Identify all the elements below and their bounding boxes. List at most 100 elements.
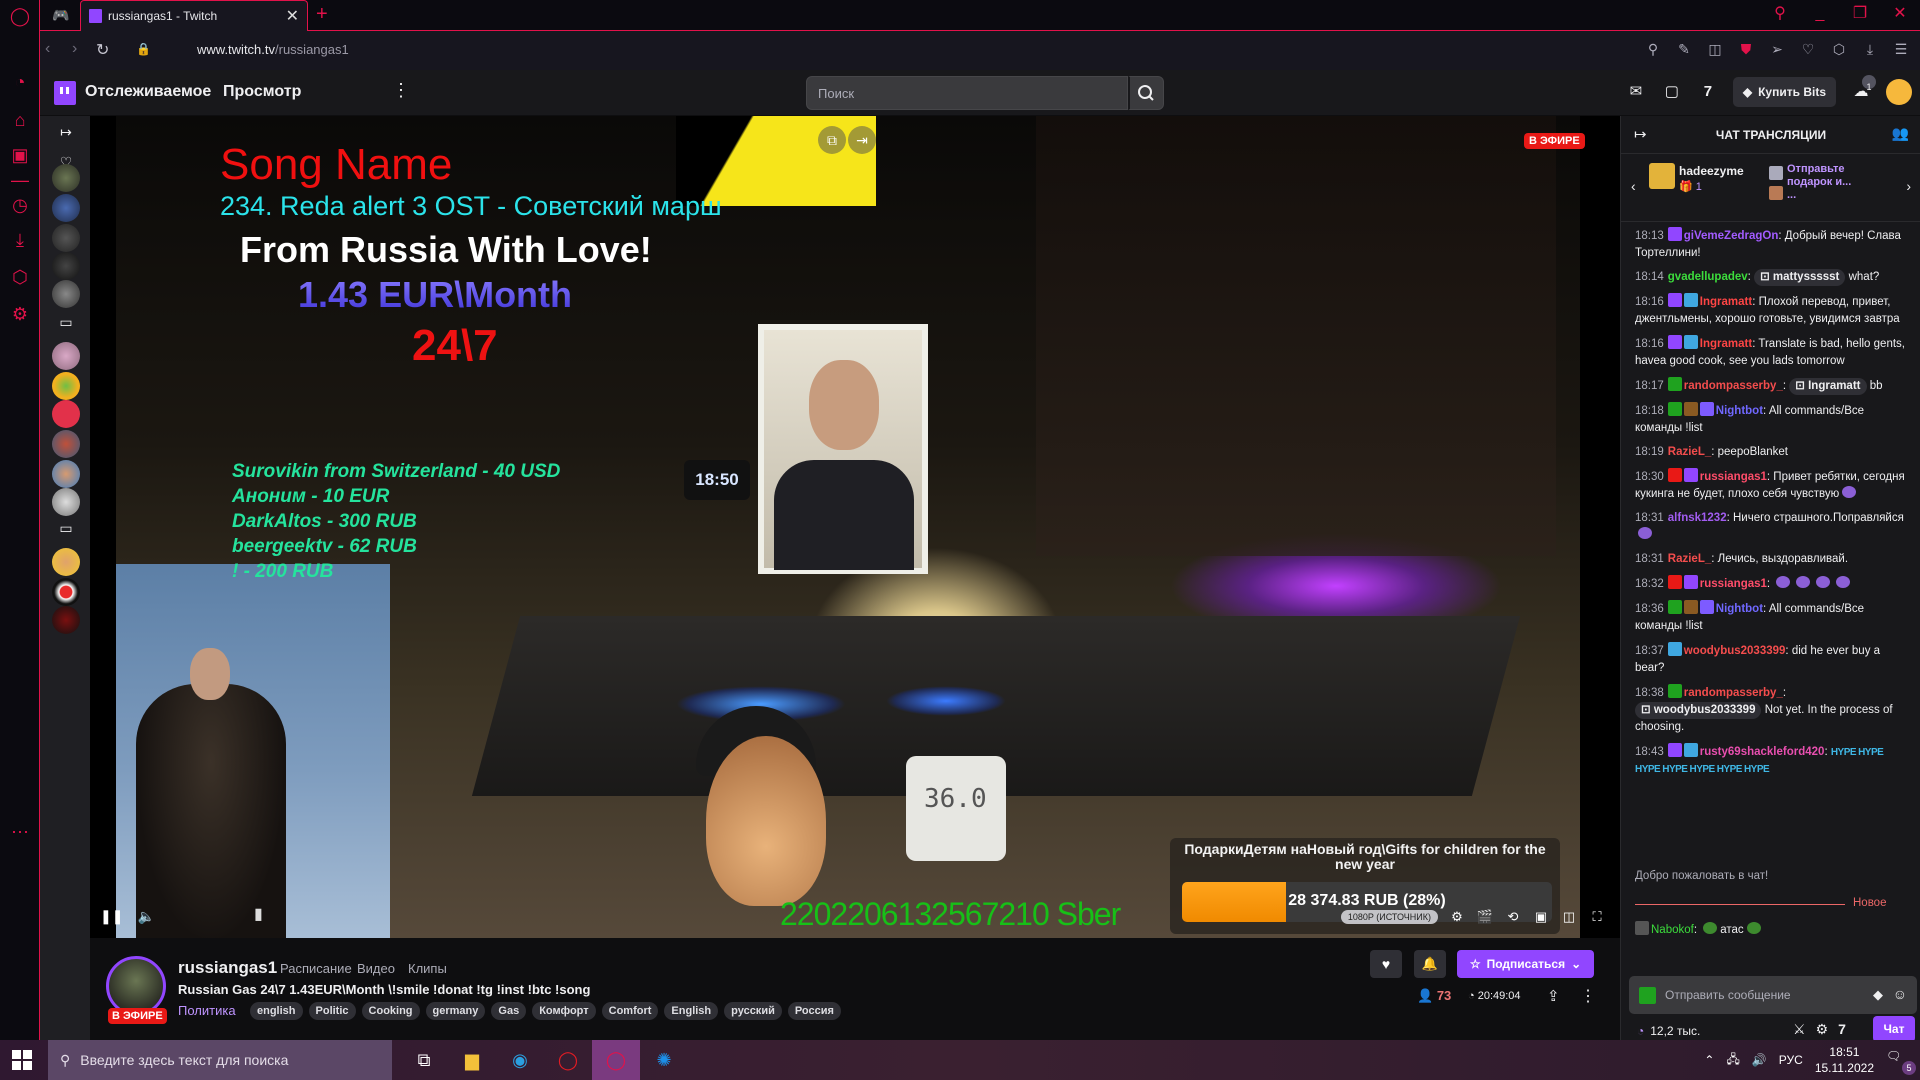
badge-icon[interactable] (1699, 600, 1714, 614)
channel-avatar[interactable] (52, 460, 80, 488)
tag[interactable]: english (250, 1002, 303, 1020)
channel-avatar[interactable] (52, 400, 80, 428)
channel-avatar[interactable] (52, 578, 80, 606)
badge-icon[interactable] (1667, 684, 1682, 698)
tag[interactable]: English (664, 1002, 719, 1020)
zoom-icon[interactable]: ⚲ (1644, 39, 1662, 59)
chat-username[interactable]: giVemeZedragOn (1684, 230, 1779, 242)
search-button[interactable] (1128, 76, 1164, 110)
rotate-icon[interactable]: ⟲ (1504, 908, 1522, 926)
chevron-right-icon[interactable]: › (1906, 178, 1911, 194)
channel-avatar[interactable] (52, 548, 80, 576)
badge-icon[interactable] (1683, 468, 1698, 482)
stream-category[interactable]: Политика (178, 1003, 236, 1018)
language-indicator[interactable]: РУС (1779, 1053, 1803, 1067)
channel-avatar[interactable] (52, 280, 80, 308)
new-tab-button[interactable]: + (316, 2, 328, 26)
tag[interactable]: Comfort (601, 1002, 659, 1020)
cube-icon[interactable]: ⬡ (1830, 39, 1848, 59)
badge-icon[interactable] (1667, 402, 1682, 416)
tag[interactable]: Cooking (361, 1002, 420, 1020)
7tv-icon[interactable]: 7 (1838, 1021, 1846, 1038)
tag[interactable]: Gas (491, 1002, 527, 1020)
notifications-bell-button[interactable]: 🔔 (1414, 950, 1446, 978)
search-input[interactable]: Поиск (806, 76, 1128, 110)
channel-avatar[interactable] (52, 224, 80, 252)
reply-mention[interactable]: ⊡ Ingramatt (1789, 378, 1867, 395)
badge-icon[interactable] (1699, 402, 1714, 416)
edge-icon[interactable]: ◉ (496, 1040, 544, 1080)
badge-icon[interactable] (1683, 293, 1698, 307)
minimize-button[interactable]: _ (1800, 0, 1840, 30)
more-icon[interactable]: ⋯ (8, 820, 32, 844)
gx-game-icon[interactable]: 🎮 (50, 4, 72, 26)
maximize-button[interactable]: ❐ (1840, 0, 1880, 30)
emote-picker-icon[interactable]: ☺ (1893, 986, 1907, 1002)
gift-prompt[interactable]: Отправьте подарок и...... (1787, 163, 1877, 202)
settings-icon[interactable]: ⚙ (1448, 908, 1466, 926)
badge-icon[interactable] (1683, 335, 1698, 349)
badge-icon[interactable] (1667, 335, 1682, 349)
nav-browse[interactable]: Просмотр (223, 83, 301, 101)
twitch-sidebar-icon[interactable]: ▣ (8, 143, 32, 167)
chat-username[interactable]: RazieL_ (1668, 446, 1711, 458)
channel-avatar[interactable] (52, 372, 80, 400)
mute-button[interactable]: 🔈 (137, 908, 154, 925)
bits-icon[interactable]: ◆ (1873, 987, 1883, 1003)
reload-button[interactable]: ↻ (96, 40, 109, 60)
twitch-logo-icon[interactable] (54, 81, 76, 105)
search-tabs-icon[interactable]: ⚲ (1760, 0, 1800, 30)
network-icon[interactable]: 🖧 (1726, 1050, 1739, 1071)
badge-icon[interactable] (1683, 600, 1698, 614)
chat-settings-icon[interactable]: ⚙ (1816, 1021, 1829, 1038)
tray-expand-icon[interactable]: ⌃ (1704, 1053, 1714, 1067)
tag[interactable]: germany (425, 1002, 486, 1020)
follow-button[interactable]: ♥ (1370, 950, 1402, 978)
channel-avatar[interactable] (106, 956, 166, 1016)
action-center-icon[interactable]: 🗨 5 (1886, 1049, 1916, 1075)
download-icon[interactable]: ⤓ (1861, 39, 1879, 59)
badge-icon[interactable] (1667, 377, 1682, 391)
chat-username[interactable]: russiangas1 (1700, 471, 1767, 483)
badge-icon[interactable] (1683, 575, 1698, 589)
chevron-left-icon[interactable]: ‹ (1631, 178, 1636, 194)
edit-icon[interactable]: ✎ (1675, 39, 1693, 59)
chat-username[interactable]: Nightbot (1716, 405, 1763, 417)
tag[interactable]: русский (724, 1002, 782, 1020)
theatre-mode-icon[interactable]: ◫ (1560, 908, 1578, 926)
heart-icon[interactable]: ♡ (1799, 39, 1817, 59)
chat-username[interactable]: gvadellupadev (1668, 271, 1748, 283)
pause-button[interactable]: ❚❚ (100, 908, 123, 925)
chat-username[interactable]: russiangas1 (1700, 578, 1767, 590)
subscribe-button[interactable]: ☆ Подписаться ⌄ (1457, 950, 1594, 978)
chat-username[interactable]: randompasserby_ (1684, 687, 1783, 699)
share-icon[interactable]: ⇪ (1547, 987, 1560, 1005)
chat-username[interactable]: RazieL_ (1668, 553, 1711, 565)
close-window-button[interactable]: ✕ (1880, 0, 1920, 30)
buy-bits-button[interactable]: ◆ Купить Bits (1732, 77, 1836, 107)
history-icon[interactable]: ◷ (8, 193, 32, 217)
channel-name[interactable]: russiangas1 (178, 958, 277, 978)
tag[interactable]: Россия (787, 1002, 841, 1020)
chat-input[interactable]: Отправить сообщение ◆ ☺ (1629, 976, 1917, 1014)
channel-avatar[interactable] (52, 194, 80, 222)
forward-button[interactable]: › (72, 40, 77, 58)
fullscreen-icon[interactable]: ⛶ (1588, 908, 1606, 926)
channel-points[interactable]: ◔ 12,2 тыс. (1637, 1024, 1700, 1038)
badge-icon[interactable] (1667, 600, 1682, 614)
volume-slider[interactable]: ▮ (254, 904, 270, 928)
tag[interactable]: Politic (308, 1002, 356, 1020)
chat-username[interactable]: Ingramatt (1700, 338, 1752, 350)
tag[interactable]: Комфорт (532, 1002, 596, 1020)
tab-twitch[interactable]: russiangas1 - Twitch ✕ (80, 0, 308, 31)
url-field[interactable]: www.twitch.tv/russiangas1 (197, 42, 349, 57)
community-icon[interactable]: 👥 (1892, 125, 1909, 142)
chat-username[interactable]: woodybus2033399 (1684, 645, 1786, 657)
7tv-icon[interactable]: 7 (1697, 81, 1719, 103)
taskbar-clock[interactable]: 18:51 15.11.2022 (1815, 1044, 1874, 1076)
opera-gx-icon[interactable]: ◯ (592, 1040, 640, 1080)
drops-notification-icon[interactable]: ☁ 1 (1850, 75, 1876, 103)
chat-username[interactable]: Ingramatt (1700, 296, 1752, 308)
badge-icon[interactable] (1667, 227, 1682, 241)
badge-icon[interactable] (1683, 402, 1698, 416)
